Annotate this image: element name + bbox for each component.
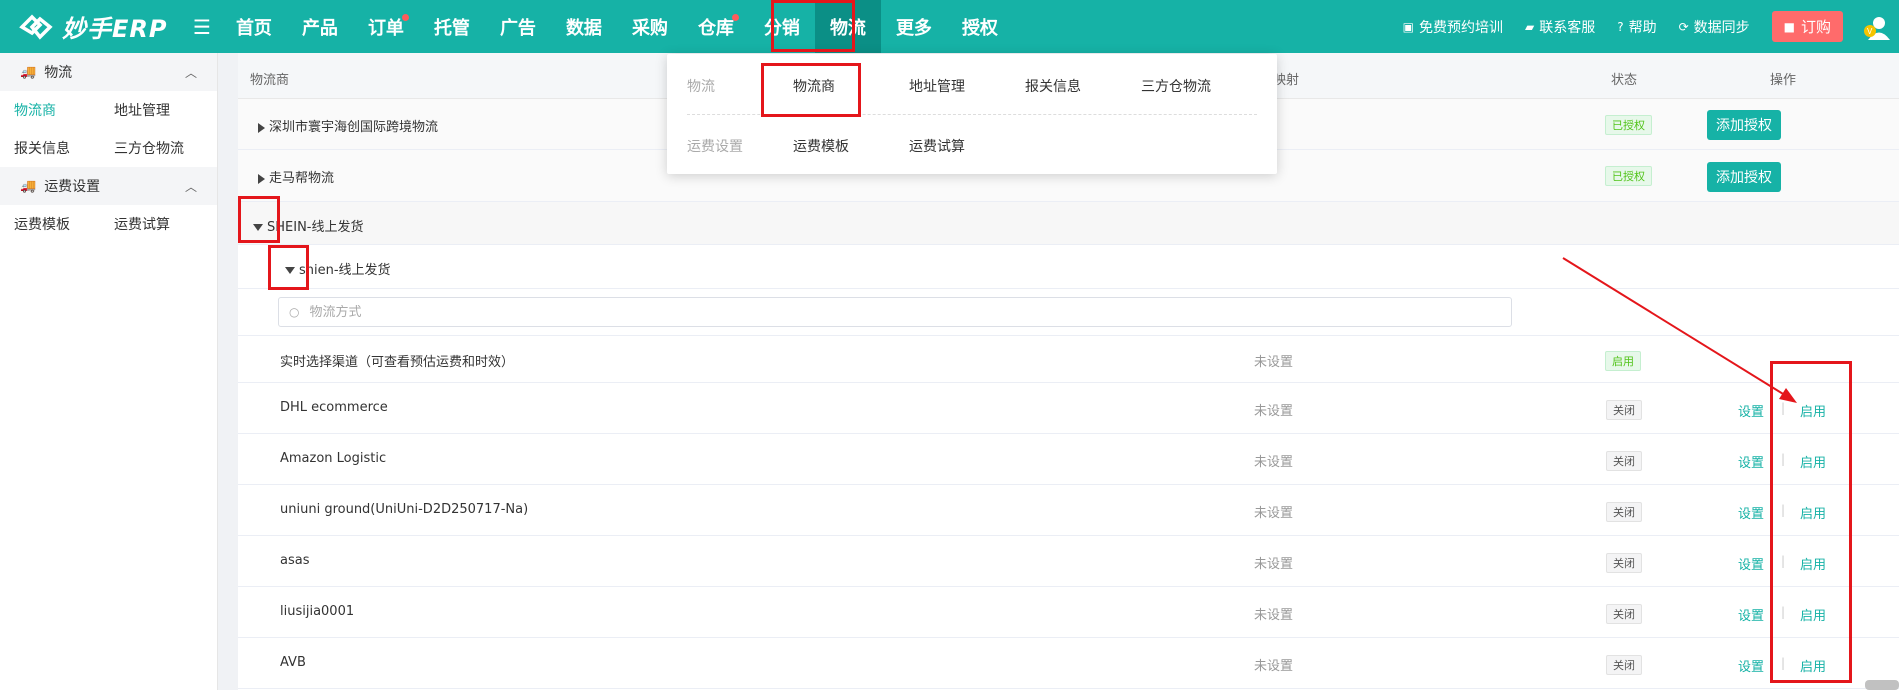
- scrollbar-thumb[interactable]: [1865, 680, 1899, 690]
- annotation-arrow: [1562, 257, 1797, 403]
- arrow-head: [1779, 388, 1797, 403]
- arrow-line: [1562, 257, 1789, 398]
